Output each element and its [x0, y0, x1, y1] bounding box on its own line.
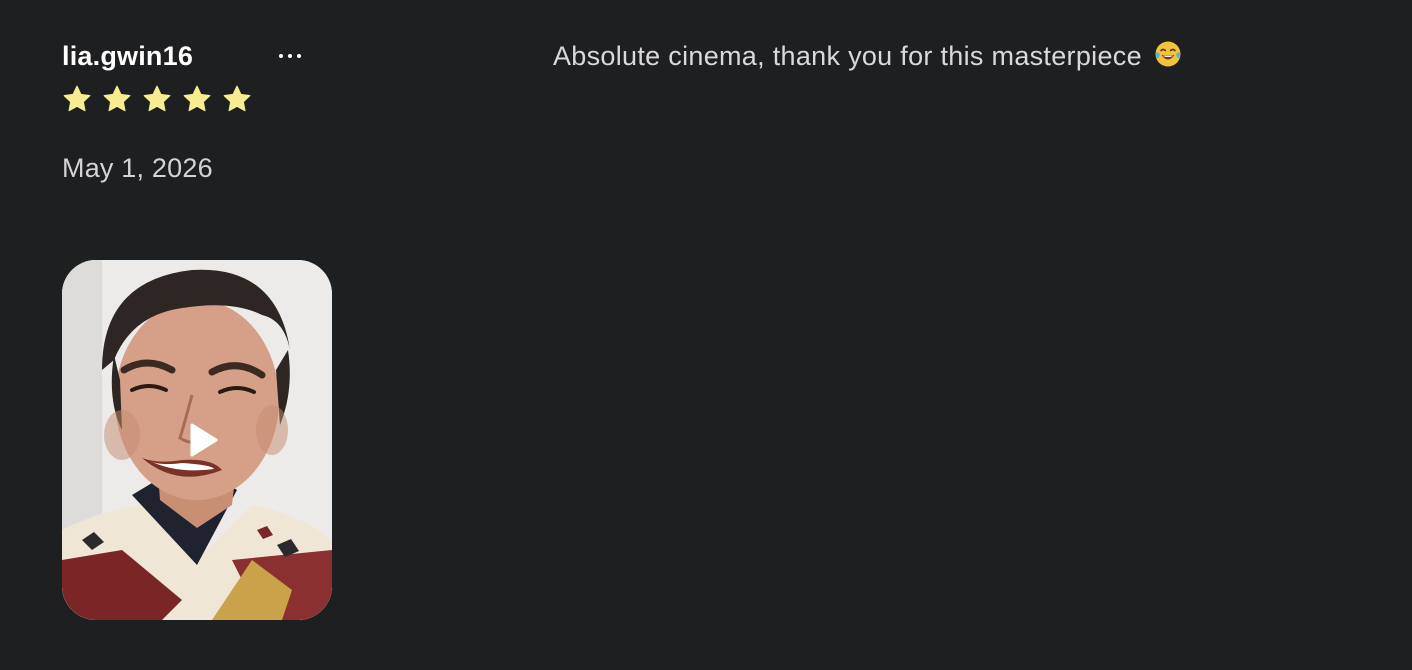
star-icon	[103, 85, 131, 112]
star-rating	[62, 84, 252, 114]
review-date: May 1, 2026	[62, 153, 213, 183]
play-icon[interactable]	[182, 420, 222, 460]
star-icon	[223, 85, 251, 112]
star-icon	[63, 85, 91, 112]
star-icon	[183, 85, 211, 112]
video-thumbnail[interactable]	[62, 260, 332, 620]
reviewer-username[interactable]: lia.gwin16	[62, 38, 193, 74]
star-icon	[143, 85, 171, 112]
review-comment-text: Absolute cinema, thank you for this mast…	[553, 41, 1142, 71]
review-card: lia.gwin16 May 1, 2026 Absolute cinema, …	[0, 0, 1412, 670]
more-options-button[interactable]	[270, 42, 310, 70]
review-comment: Absolute cinema, thank you for this mast…	[553, 38, 1182, 74]
more-options-icon	[279, 54, 283, 58]
face-with-tears-of-joy-icon	[1155, 41, 1181, 67]
